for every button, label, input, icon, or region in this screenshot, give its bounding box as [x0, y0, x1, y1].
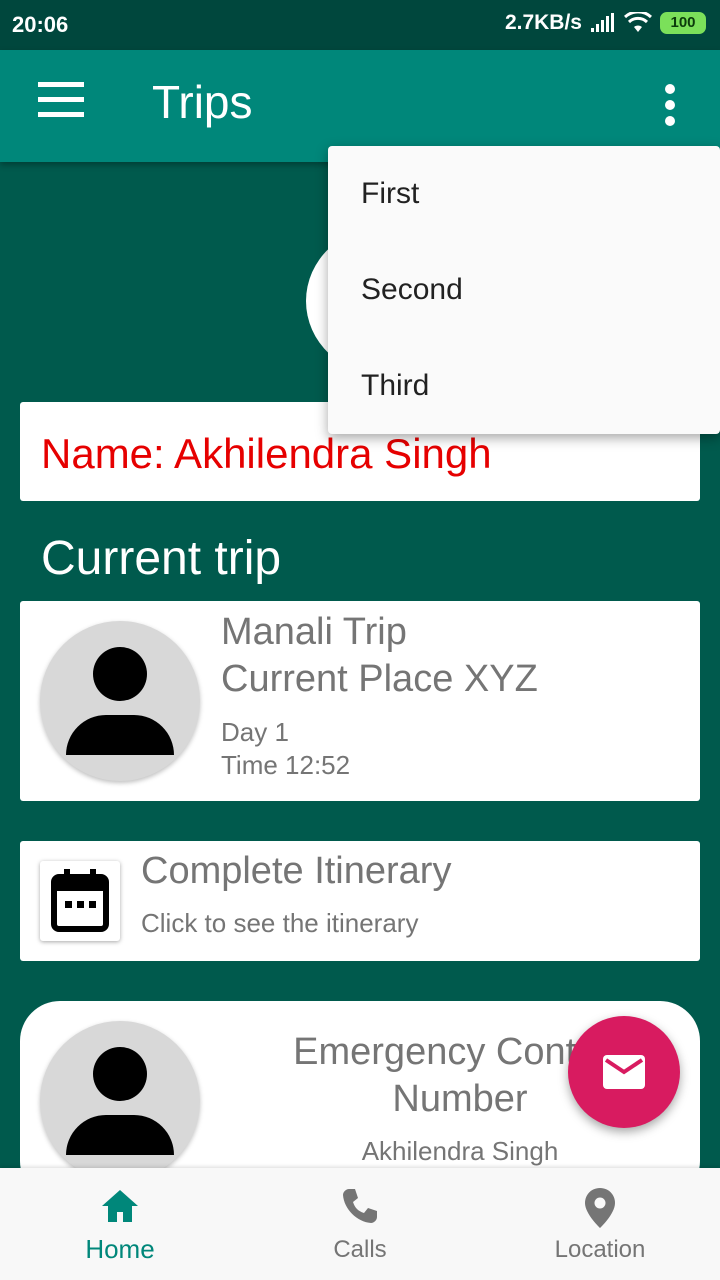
menu-item-second[interactable]: Second: [328, 242, 720, 338]
nav-label-home: Home: [85, 1234, 155, 1264]
emergency-contact-name: Akhilendra Singh: [361, 1136, 559, 1166]
overflow-menu: First Second Third: [328, 146, 720, 434]
status-bar: 20:06 2.7KB/s 100: [0, 0, 720, 50]
menu-item-first[interactable]: First: [328, 146, 720, 242]
mail-icon: [603, 1055, 645, 1089]
itinerary-card[interactable]: Complete Itinerary Click to see the itin…: [20, 841, 700, 961]
status-time: 20:06: [12, 12, 69, 37]
signal-icon: [591, 13, 614, 32]
calendar-icon: [40, 861, 120, 941]
trip-avatar-icon: [40, 621, 200, 781]
menu-item-third[interactable]: Third: [328, 338, 720, 434]
network-speed: 2.7KB/s: [504, 11, 582, 34]
location-pin-icon: [585, 1188, 615, 1228]
current-place: Current Place XYZ: [221, 658, 538, 700]
itinerary-title: Complete Itinerary: [141, 850, 452, 892]
wifi-icon: [624, 12, 652, 32]
nav-item-location[interactable]: Location: [480, 1168, 720, 1280]
nav-label-location: Location: [554, 1236, 646, 1263]
trip-meta-block: Day 1 Time 12:52: [221, 716, 350, 782]
trip-time: Time 12:52: [221, 750, 351, 780]
current-trip-heading: Current trip: [41, 532, 282, 585]
contact-avatar-icon: [40, 1021, 200, 1181]
email-fab-button[interactable]: [568, 1016, 680, 1128]
nav-item-calls[interactable]: Calls: [240, 1168, 480, 1280]
home-icon: [102, 1190, 138, 1222]
status-indicators: 2.7KB/s 100: [505, 11, 706, 35]
trip-title-block: Manali Trip Current Place XYZ: [221, 609, 538, 703]
bottom-navigation: Home Calls Location: [0, 1168, 720, 1280]
nav-item-home[interactable]: Home: [0, 1168, 240, 1280]
battery-icon: 100: [660, 12, 706, 34]
itinerary-subtitle: Click to see the itinerary: [141, 908, 419, 938]
page-title: Trips: [152, 76, 253, 128]
user-name: Name: Akhilendra Singh: [41, 430, 492, 477]
more-options-icon[interactable]: [656, 84, 684, 130]
trip-day: Day 1: [221, 717, 289, 747]
phone-icon: [343, 1189, 377, 1223]
hamburger-menu-icon[interactable]: [36, 82, 88, 130]
current-trip-card[interactable]: Manali Trip Current Place XYZ Day 1 Time…: [20, 601, 700, 801]
nav-label-calls: Calls: [333, 1236, 387, 1263]
trip-name: Manali Trip: [221, 611, 407, 653]
